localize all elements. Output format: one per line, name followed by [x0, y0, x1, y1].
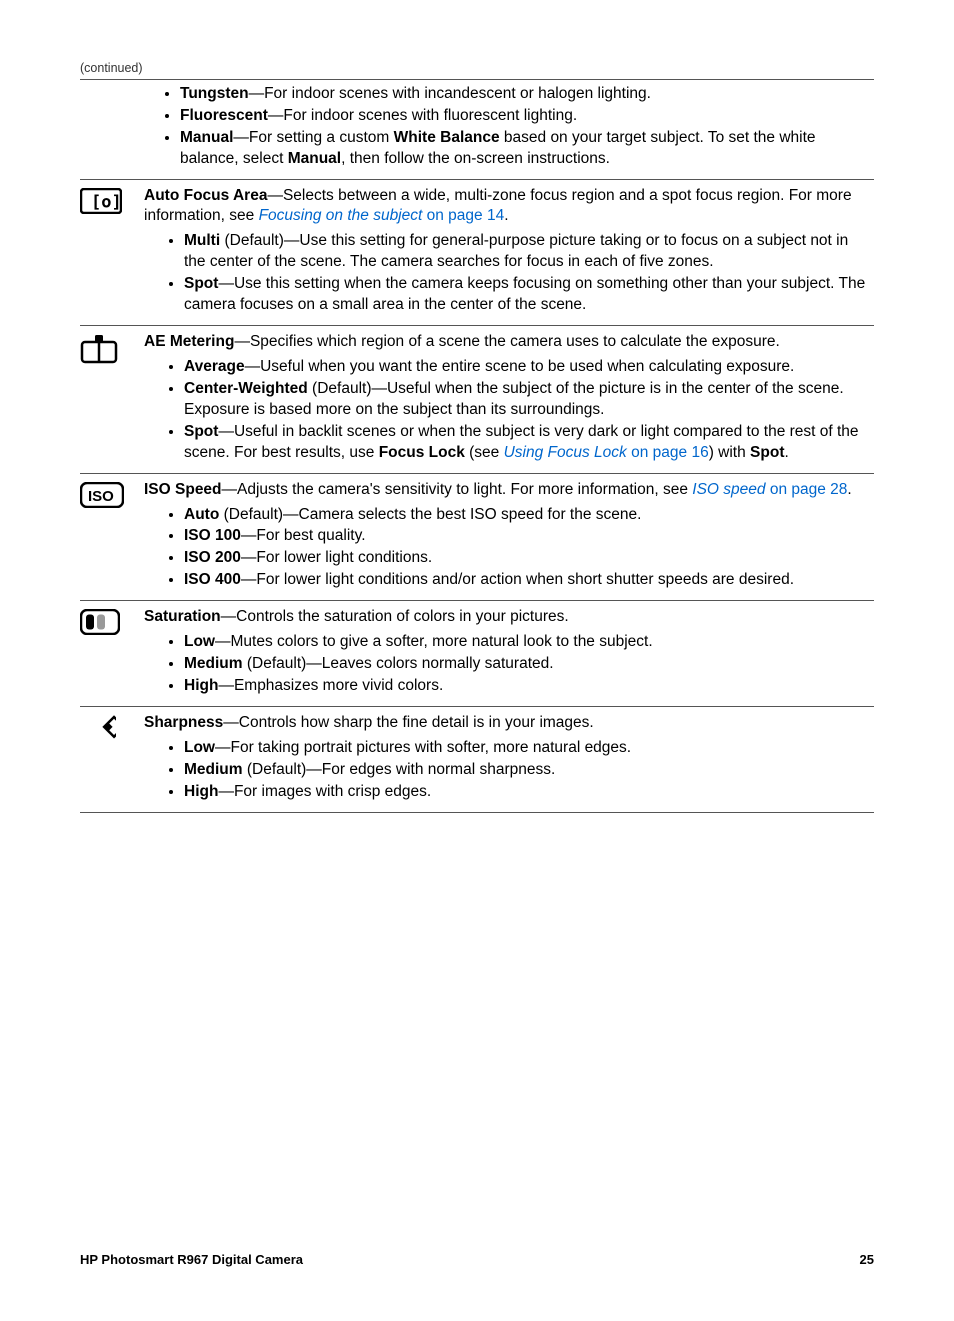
page-footer: HP Photosmart R967 Digital Camera 25 — [80, 1251, 874, 1269]
list-item: Low—Mutes colors to give a softer, more … — [184, 632, 874, 653]
list-item: Medium (Default)—For edges with normal s… — [184, 760, 874, 781]
saturation-icon — [80, 609, 120, 635]
link-page-28[interactable]: on page 28 — [766, 481, 848, 498]
description: Sharpness—Controls how sharp the fine de… — [144, 713, 874, 734]
list-item: Low—For taking portrait pictures with so… — [184, 738, 874, 759]
list-item: Multi (Default)—Use this setting for gen… — [184, 231, 874, 273]
list-item: Tungsten—For indoor scenes with incandes… — [180, 84, 874, 105]
list-item: Auto (Default)—Camera selects the best I… — [184, 505, 874, 526]
list-item: Spot—Useful in backlit scenes or when th… — [184, 422, 874, 464]
list-item: Center-Weighted (Default)—Useful when th… — [184, 379, 874, 421]
list-item: ISO 100—For best quality. — [184, 526, 874, 547]
list-item: Spot—Use this setting when the camera ke… — [184, 274, 874, 316]
list-item: Manual—For setting a custom White Balanc… — [180, 128, 874, 170]
svg-text:[o]: [o] — [91, 192, 122, 212]
section-iso-speed: ISO ISO Speed—Adjusts the camera's sensi… — [80, 474, 874, 602]
list-item: Medium (Default)—Leaves colors normally … — [184, 654, 874, 675]
sharpness-icon — [88, 715, 116, 743]
link-focus-lock[interactable]: Using Focus Lock — [504, 444, 627, 461]
footer-product-name: HP Photosmart R967 Digital Camera — [80, 1251, 303, 1269]
section-white-balance-continued: Tungsten—For indoor scenes with incandes… — [80, 84, 874, 180]
list-item: ISO 200—For lower light conditions. — [184, 548, 874, 569]
list-item: Fluorescent—For indoor scenes with fluor… — [180, 106, 874, 127]
section-ae-metering: AE Metering—Specifies which region of a … — [80, 326, 874, 474]
section-saturation: Saturation—Controls the saturation of co… — [80, 601, 874, 707]
link-focusing[interactable]: Focusing on the subject — [259, 207, 423, 224]
list-item: High—For images with crisp edges. — [184, 782, 874, 803]
section-sharpness: Sharpness—Controls how sharp the fine de… — [80, 707, 874, 813]
link-page-14[interactable]: on page 14 — [422, 207, 504, 224]
list-item: High—Emphasizes more vivid colors. — [184, 676, 874, 697]
list-item: ISO 400—For lower light conditions and/o… — [184, 570, 874, 591]
continued-label: (continued) — [80, 60, 874, 80]
link-iso-speed[interactable]: ISO speed — [692, 481, 765, 498]
description: AE Metering—Specifies which region of a … — [144, 332, 874, 353]
description: Auto Focus Area—Selects between a wide, … — [144, 186, 874, 228]
ae-metering-icon — [80, 334, 118, 364]
footer-page-number: 25 — [860, 1251, 874, 1269]
link-page-16[interactable]: on page 16 — [627, 444, 709, 461]
list-item: Average—Useful when you want the entire … — [184, 357, 874, 378]
iso-speed-icon: ISO — [80, 482, 124, 508]
auto-focus-area-icon: [o] — [80, 188, 122, 214]
description: ISO Speed—Adjusts the camera's sensitivi… — [144, 480, 874, 501]
section-auto-focus-area: [o] Auto Focus Area—Selects between a wi… — [80, 180, 874, 327]
description: Saturation—Controls the saturation of co… — [144, 607, 874, 628]
svg-text:ISO: ISO — [88, 488, 114, 505]
